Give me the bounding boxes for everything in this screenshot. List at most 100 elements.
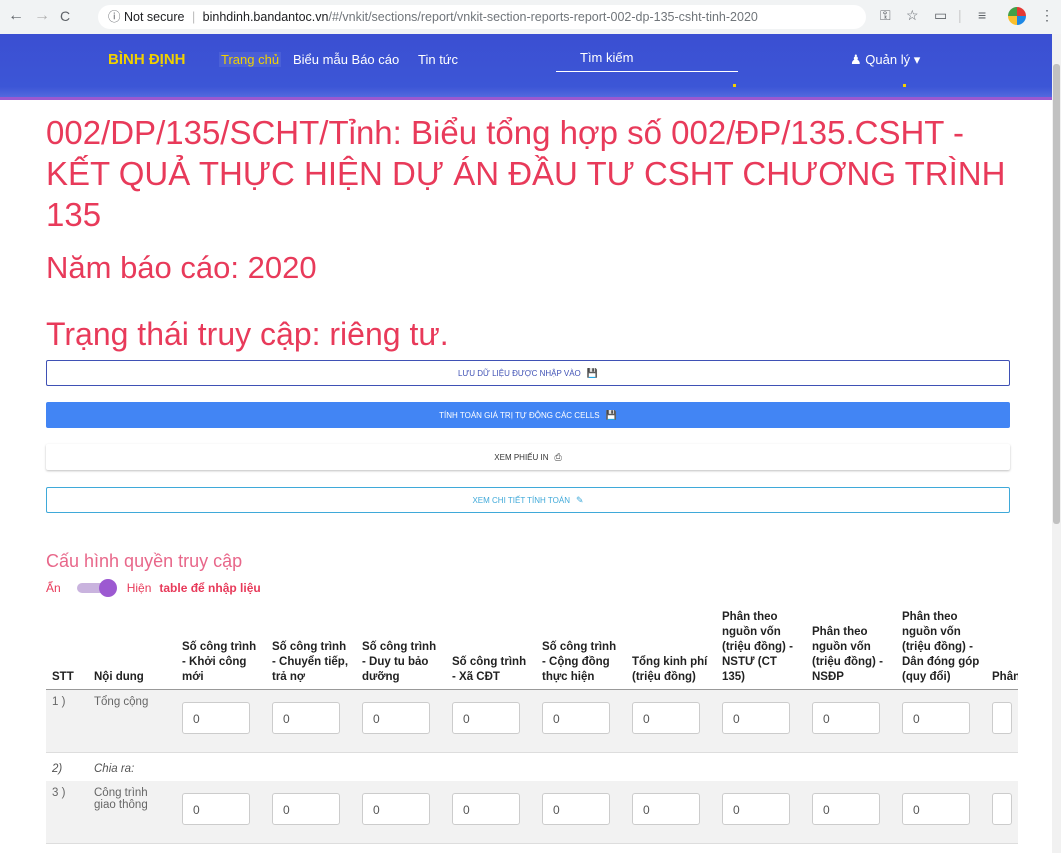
calc-detail-button[interactable]: Xem chi tiết tính toán ✎ — [46, 487, 1010, 513]
value-input[interactable]: 0 — [632, 702, 700, 734]
value-input[interactable]: 0 — [722, 702, 790, 734]
value-cell: 0 — [176, 781, 266, 844]
col-carryover: Số công trình - Chuyển tiếp, trả nợ — [266, 606, 356, 690]
show-label: Hiện — [126, 581, 152, 595]
value-cell — [716, 753, 806, 782]
access-status: Trạng thái truy cập: riêng tư. — [46, 316, 449, 352]
value-input[interactable]: 0 — [182, 793, 250, 825]
reading-list-icon[interactable]: ≡ — [978, 7, 986, 23]
table-row: 2) Chia ra: — [46, 753, 1018, 782]
value-input[interactable]: 0 — [632, 793, 700, 825]
col-stt: STT — [46, 606, 88, 690]
value-input[interactable]: 0 — [902, 702, 970, 734]
hide-label: Ẩn — [46, 581, 61, 595]
col-new: Số công trình - Khởi công mới — [176, 606, 266, 690]
value-cell: 0 — [896, 781, 986, 844]
col-contribution: Phân theo nguồn vốn (triệu đồng) - Dân đ… — [896, 606, 986, 690]
col-total-cost: Tổng kinh phí (triệu đồng) — [626, 606, 716, 690]
value-cell — [986, 753, 1018, 782]
site-navbar: BÌNH ĐỊNH Trang chủ Biểu mẫu Báo cáo Tin… — [0, 34, 1052, 100]
value-cell — [176, 753, 266, 782]
floppy-disk-icon: 💾 — [605, 409, 617, 420]
menu-icon[interactable]: ⋮ — [1040, 7, 1054, 24]
nav-report-forms[interactable]: Biểu mẫu Báo cáo — [293, 52, 399, 67]
value-cell — [806, 753, 896, 782]
value-input[interactable]: 0 — [452, 702, 520, 734]
value-cell — [356, 753, 446, 782]
back-icon[interactable]: ← — [8, 7, 24, 25]
nav-home[interactable]: Trang chủ — [219, 52, 282, 67]
value-cell — [896, 753, 986, 782]
star-icon[interactable]: ☆ — [906, 7, 919, 24]
save-data-button[interactable]: Lưu dữ liệu được nhập vào 💾 — [46, 360, 1010, 386]
col-local-budget: Phân theo nguồn vốn (triệu đồng) - NSĐP — [806, 606, 896, 690]
visibility-toggle-row: Ẩn Hiện table để nhập liệu — [46, 579, 261, 597]
table-row: 3 ) Công trình giao thông 0 0 0 0 0 0 0 0 0 — [46, 781, 1018, 844]
browser-toolbar: ← → C ⓘ Not secure | binhdinh.bandantoc.… — [0, 0, 1061, 35]
row-stt: 3 ) — [46, 781, 88, 844]
address-bar[interactable]: ⓘ Not secure | binhdinh.bandantoc.vn/#/v… — [98, 5, 866, 29]
brand-logo[interactable]: BÌNH ĐỊNH — [108, 51, 186, 68]
access-config-heading: Cấu hình quyền truy cập — [46, 551, 243, 571]
col-maintenance: Số công trình - Duy tu bảo dưỡng — [356, 606, 446, 690]
value-input[interactable]: 0 — [362, 793, 430, 825]
value-cell — [986, 689, 1018, 753]
report-year: Năm báo cáo: 2020 — [46, 250, 317, 285]
search-input[interactable]: Tìm kiếm — [556, 50, 738, 72]
value-input[interactable]: 0 — [812, 793, 880, 825]
row-stt: 1 ) — [46, 689, 88, 753]
value-cell: 0 — [266, 781, 356, 844]
value-cell — [536, 753, 626, 782]
row-label: Tổng cộng — [88, 689, 176, 753]
print-icon: ⎙ — [554, 451, 562, 462]
col-community: Số công trình - Cộng đồng thực hiện — [536, 606, 626, 690]
value-input[interactable] — [992, 702, 1012, 734]
value-input[interactable]: 0 — [902, 793, 970, 825]
value-input[interactable]: 0 — [722, 793, 790, 825]
value-input[interactable]: 0 — [542, 793, 610, 825]
floppy-disk-icon: 💾 — [586, 367, 598, 378]
auto-calc-button[interactable]: Tính toán giá trị tự động các cells 💾 — [46, 402, 1010, 428]
value-cell: 0 — [356, 689, 446, 753]
visibility-toggle[interactable] — [76, 579, 117, 597]
forward-icon[interactable]: → — [34, 7, 50, 25]
value-cell: 0 — [626, 689, 716, 753]
caret-down-icon: ▾ — [913, 52, 921, 67]
cast-icon[interactable]: ▭ — [934, 7, 947, 24]
value-cell: 0 — [806, 689, 896, 753]
value-input[interactable]: 0 — [272, 702, 340, 734]
report-table: STT Nội dung Số công trình - Khởi công m… — [46, 606, 1018, 844]
value-cell: 0 — [176, 689, 266, 753]
nav-news[interactable]: Tin tức — [418, 52, 458, 67]
value-input[interactable] — [992, 793, 1012, 825]
url-path: /#/vnkit/sections/report/vnkit-section-r… — [328, 10, 758, 24]
value-cell: 0 — [716, 781, 806, 844]
col-central-budget: Phân theo nguồn vốn (triệu đồng) - NSTƯ … — [716, 606, 806, 690]
value-cell: 0 — [626, 781, 716, 844]
col-other: Phân theo nguồn vốn (triệu đồng) - Lồng … — [986, 606, 1018, 690]
value-input[interactable]: 0 — [362, 702, 430, 734]
user-menu[interactable]: ♟ Quản lý ▾ — [850, 52, 920, 68]
value-cell — [986, 781, 1018, 844]
col-commune: Số công trình - Xã CĐT — [446, 606, 536, 690]
row-label: Công trình giao thông — [88, 781, 176, 844]
table-input-label: table để nhập liệu — [159, 581, 261, 595]
table-row: 1 ) Tổng cộng 0 0 0 0 0 0 0 0 0 — [46, 689, 1018, 753]
value-cell: 0 — [536, 781, 626, 844]
reload-icon[interactable]: C — [60, 8, 70, 24]
print-preview-button[interactable]: Xem phiếu in ⎙ — [46, 444, 1010, 470]
row-label: Chia ra: — [94, 763, 135, 775]
value-cell: 0 — [356, 781, 446, 844]
value-input[interactable]: 0 — [272, 793, 340, 825]
key-icon[interactable]: ⚿ — [880, 7, 891, 24]
user-icon: ♟ — [850, 52, 862, 67]
table-header-row: STT Nội dung Số công trình - Khởi công m… — [46, 606, 1018, 690]
value-input[interactable]: 0 — [182, 702, 250, 734]
row-stt: 2) — [52, 763, 63, 775]
profile-avatar[interactable] — [1008, 7, 1026, 25]
value-input[interactable]: 0 — [452, 793, 520, 825]
info-icon[interactable]: ⓘ — [108, 10, 121, 24]
value-input[interactable]: 0 — [542, 702, 610, 734]
page-scrollbar[interactable] — [1052, 34, 1061, 853]
value-input[interactable]: 0 — [812, 702, 880, 734]
